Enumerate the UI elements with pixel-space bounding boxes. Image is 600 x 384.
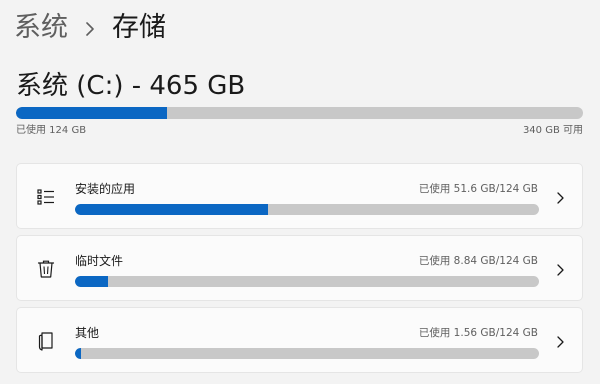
drive-free-label: 340 GB 可用 [522,125,583,136]
page-title: 存储 [112,12,166,43]
drive-usage-bar [16,107,583,119]
category-usage-bar-fill [75,204,269,215]
category-usage: 已使用 1.56 GB/124 GB [418,327,538,339]
trash-icon [35,258,57,280]
category-card-temp-files[interactable]: 临时文件 已使用 8.84 GB/124 GB [16,235,583,301]
category-usage: 已使用 8.84 GB/124 GB [418,255,538,267]
category-label: 其他 [75,326,100,340]
drive-used-label: 已使用 124 GB [16,125,87,136]
category-card-other[interactable]: 其他 已使用 1.56 GB/124 GB [16,307,583,373]
breadcrumb-parent-system[interactable]: 系统 [14,10,68,46]
apps-list-icon [35,186,57,208]
chevron-right-icon [554,334,566,348]
storage-settings-page: 系统 存储 系统 (C:) - 465 GB 已使用 124 GB 340 GB… [0,0,600,384]
category-label: 安装的应用 [75,182,136,196]
drive-title: 系统 (C:) - 465 GB [16,71,246,101]
category-usage-bar [75,204,539,215]
drive-usage-bar-fill [16,107,168,119]
category-usage-bar [75,348,539,359]
chevron-right-icon [554,190,566,204]
breadcrumb: 系统 存储 [14,10,166,46]
documents-icon [35,330,57,352]
chevron-right-icon [68,10,112,46]
category-card-installed-apps[interactable]: 安装的应用 已使用 51.6 GB/124 GB [16,163,583,229]
category-usage: 已使用 51.6 GB/124 GB [418,183,538,195]
category-usage-bar-fill [75,348,82,359]
chevron-right-icon [554,262,566,276]
category-usage-bar-fill [75,276,108,287]
category-usage-bar [75,276,539,287]
category-label: 临时文件 [75,254,124,268]
